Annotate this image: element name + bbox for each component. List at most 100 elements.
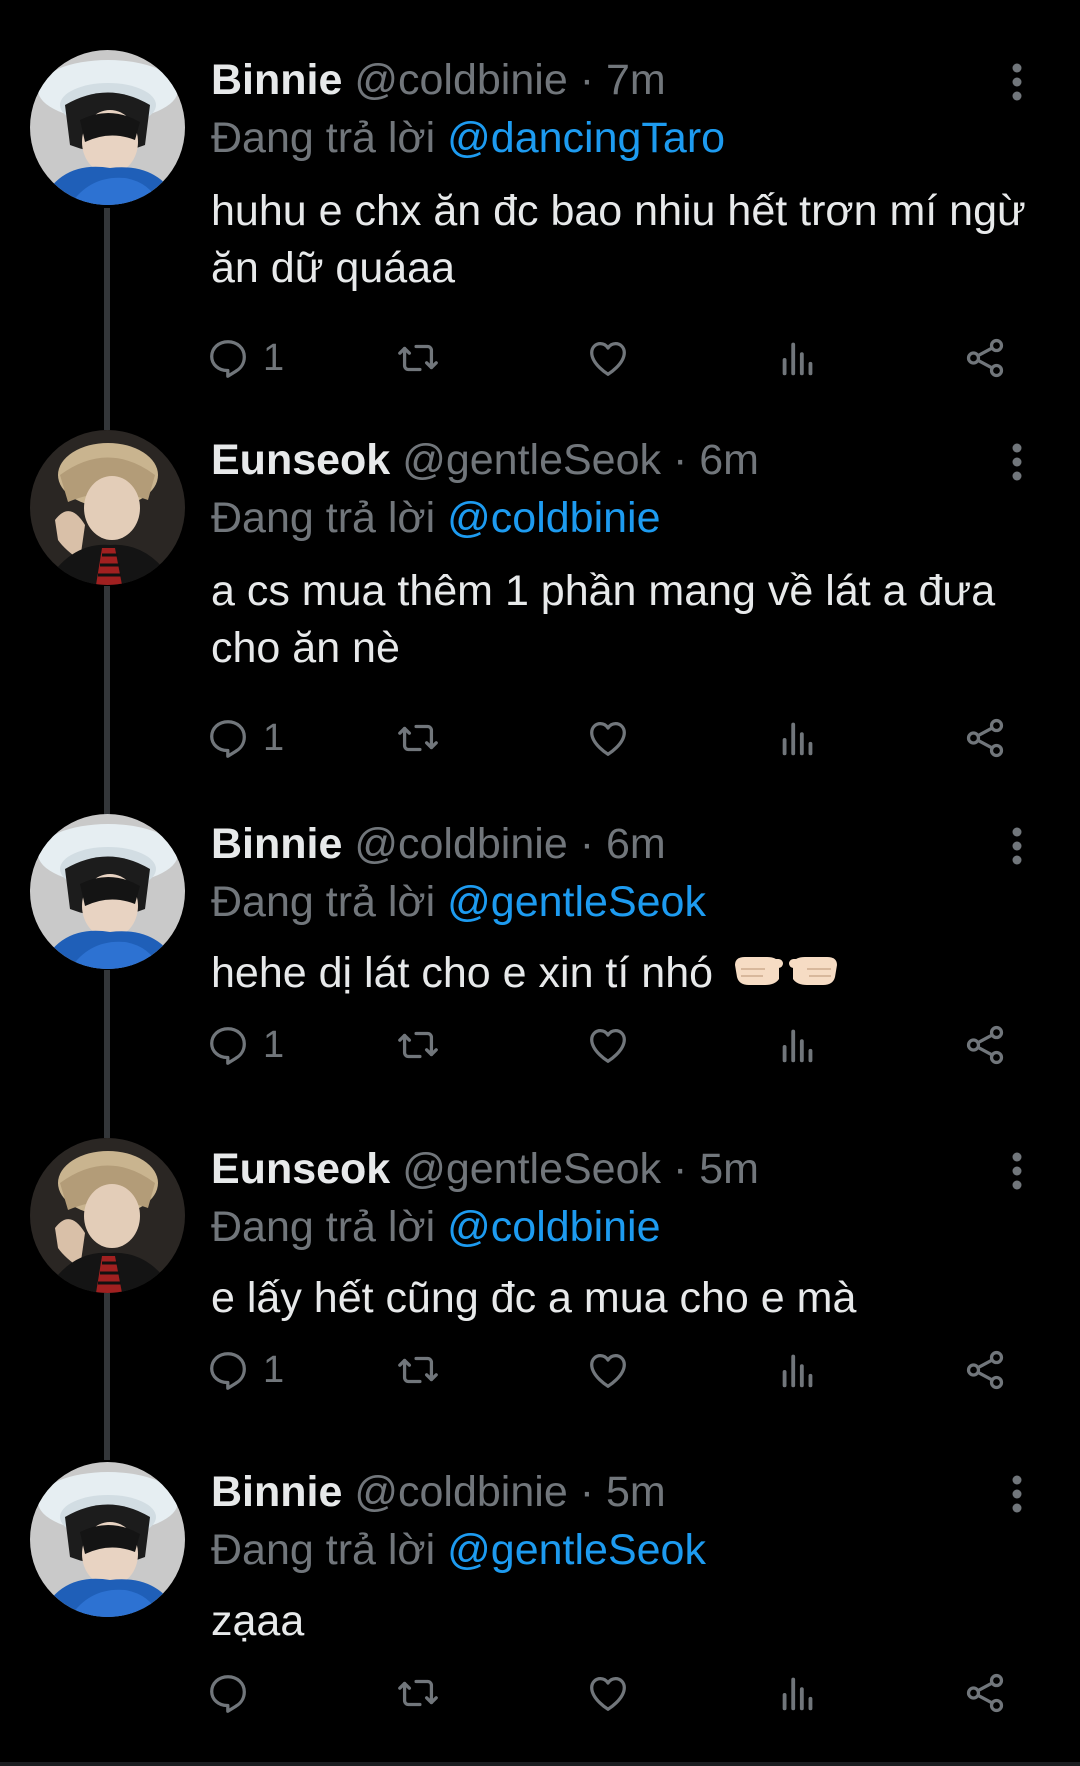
display-name[interactable]: Eunseok <box>211 1145 390 1193</box>
display-name[interactable]: Binnie <box>211 56 342 104</box>
mention-link[interactable]: @gentleSeok <box>447 1526 706 1574</box>
avatar[interactable] <box>30 430 185 585</box>
like-icon <box>585 1670 631 1716</box>
user-handle[interactable]: @gentleSeok <box>402 436 661 484</box>
reply-count: 1 <box>263 717 285 759</box>
avatar[interactable] <box>30 1138 185 1293</box>
reply-button[interactable]: 1 <box>205 1017 284 1073</box>
mention-link[interactable]: @dancingTaro <box>447 114 725 162</box>
more-options-icon[interactable] <box>1000 824 1034 868</box>
like-button[interactable] <box>585 330 631 386</box>
more-options-icon[interactable] <box>1000 440 1034 484</box>
more-options-icon[interactable] <box>1000 1149 1034 1193</box>
like-button[interactable] <box>585 1342 631 1398</box>
tweet[interactable]: Binnie @coldbinie · 6m Đang trả lời @gen… <box>0 760 1080 1080</box>
display-name[interactable]: Eunseok <box>211 436 390 484</box>
views-icon <box>775 1347 821 1393</box>
timestamp[interactable]: 6m <box>606 820 666 868</box>
reply-button[interactable]: 1 <box>205 710 284 766</box>
views-button[interactable] <box>775 1665 821 1721</box>
timestamp[interactable]: 5m <box>699 1145 759 1193</box>
display-name[interactable]: Binnie <box>211 820 342 868</box>
views-icon <box>775 715 821 761</box>
timestamp[interactable]: 6m <box>699 436 759 484</box>
retweet-button[interactable] <box>395 1342 441 1398</box>
tweet-header: Binnie @coldbinie · 7m <box>211 52 666 108</box>
reply-icon <box>205 1022 251 1068</box>
views-button[interactable] <box>775 1342 821 1398</box>
replying-to: Đang trả lời @dancingTaro <box>211 110 725 166</box>
share-button[interactable] <box>962 1017 1008 1073</box>
tweet-text: a cs mua thêm 1 phần mang về lát a đưa c… <box>211 567 996 672</box>
pointing-fingers-emoji <box>731 945 841 1006</box>
like-icon <box>585 715 631 761</box>
reply-icon <box>205 1347 251 1393</box>
retweet-button[interactable] <box>395 1665 441 1721</box>
like-button[interactable] <box>585 1017 631 1073</box>
share-icon <box>962 335 1008 381</box>
reply-count: 1 <box>263 337 285 379</box>
reply-button[interactable]: 1 <box>205 1342 284 1398</box>
tweet-text: hehe dị lát cho e xin tí nhó <box>211 945 1031 1006</box>
replying-to-label: Đang trả lời <box>211 878 436 926</box>
separator-dot: · <box>672 1145 688 1193</box>
tweet-header: Binnie @coldbinie · 5m <box>211 1464 666 1520</box>
user-handle[interactable]: @gentleSeok <box>402 1145 661 1193</box>
like-button[interactable] <box>585 1665 631 1721</box>
reply-button[interactable] <box>205 1665 251 1721</box>
replying-to-label: Đang trả lời <box>211 494 436 542</box>
retweet-button[interactable] <box>395 1017 441 1073</box>
share-button[interactable] <box>962 710 1008 766</box>
views-icon <box>775 335 821 381</box>
reply-thread: Binnie @coldbinie · 7m Đang trả lời @dan… <box>0 0 1080 1766</box>
tweet[interactable]: Binnie @coldbinie · 5m Đang trả lời @gen… <box>0 1408 1080 1762</box>
reply-icon <box>205 1670 251 1716</box>
share-button[interactable] <box>962 1665 1008 1721</box>
avatar[interactable] <box>30 814 185 969</box>
share-button[interactable] <box>962 330 1008 386</box>
reply-icon <box>205 715 251 761</box>
views-icon <box>775 1022 821 1068</box>
views-icon <box>775 1670 821 1716</box>
timestamp[interactable]: 5m <box>606 1468 666 1516</box>
replying-to: Đang trả lời @coldbinie <box>211 490 661 546</box>
tweet-header: Eunseok @gentleSeok · 5m <box>211 1141 759 1197</box>
timestamp[interactable]: 7m <box>606 56 666 104</box>
like-icon <box>585 1022 631 1068</box>
action-bar: 1 <box>205 330 1025 386</box>
divider <box>0 1762 1080 1766</box>
views-button[interactable] <box>775 1017 821 1073</box>
retweet-button[interactable] <box>395 710 441 766</box>
mention-link[interactable]: @coldbinie <box>447 1203 660 1251</box>
mention-link[interactable]: @coldbinie <box>447 494 660 542</box>
tweet[interactable]: Eunseok @gentleSeok · 5m Đang trả lời @c… <box>0 1085 1080 1405</box>
user-handle[interactable]: @coldbinie <box>354 1468 567 1516</box>
mention-link[interactable]: @gentleSeok <box>447 878 706 926</box>
share-button[interactable] <box>962 1342 1008 1398</box>
like-button[interactable] <box>585 710 631 766</box>
share-icon <box>962 1347 1008 1393</box>
more-options-icon[interactable] <box>1000 1472 1034 1516</box>
avatar[interactable] <box>30 1462 185 1617</box>
retweet-icon <box>395 1022 441 1068</box>
tweet-text: huhu e chx ăn đc bao nhiu hết trơn mí ng… <box>211 187 1026 292</box>
action-bar: 1 <box>205 1017 1025 1073</box>
separator-dot: · <box>579 820 595 868</box>
tweet[interactable]: Eunseok @gentleSeok · 6m Đang trả lời @c… <box>0 380 1080 760</box>
user-handle[interactable]: @coldbinie <box>354 56 567 104</box>
tweet-text-content: hehe dị lát cho e xin tí nhó <box>211 949 714 997</box>
views-button[interactable] <box>775 330 821 386</box>
reply-count: 1 <box>263 1024 285 1066</box>
avatar[interactable] <box>30 50 185 205</box>
like-icon <box>585 1347 631 1393</box>
more-options-icon[interactable] <box>1000 60 1034 104</box>
reply-button[interactable]: 1 <box>205 330 284 386</box>
tweet[interactable]: Binnie @coldbinie · 7m Đang trả lời @dan… <box>0 0 1080 380</box>
retweet-button[interactable] <box>395 330 441 386</box>
replying-to: Đang trả lời @gentleSeok <box>211 1522 706 1578</box>
display-name[interactable]: Binnie <box>211 1468 342 1516</box>
views-button[interactable] <box>775 710 821 766</box>
action-bar: 1 <box>205 1342 1025 1398</box>
retweet-icon <box>395 715 441 761</box>
user-handle[interactable]: @coldbinie <box>354 820 567 868</box>
